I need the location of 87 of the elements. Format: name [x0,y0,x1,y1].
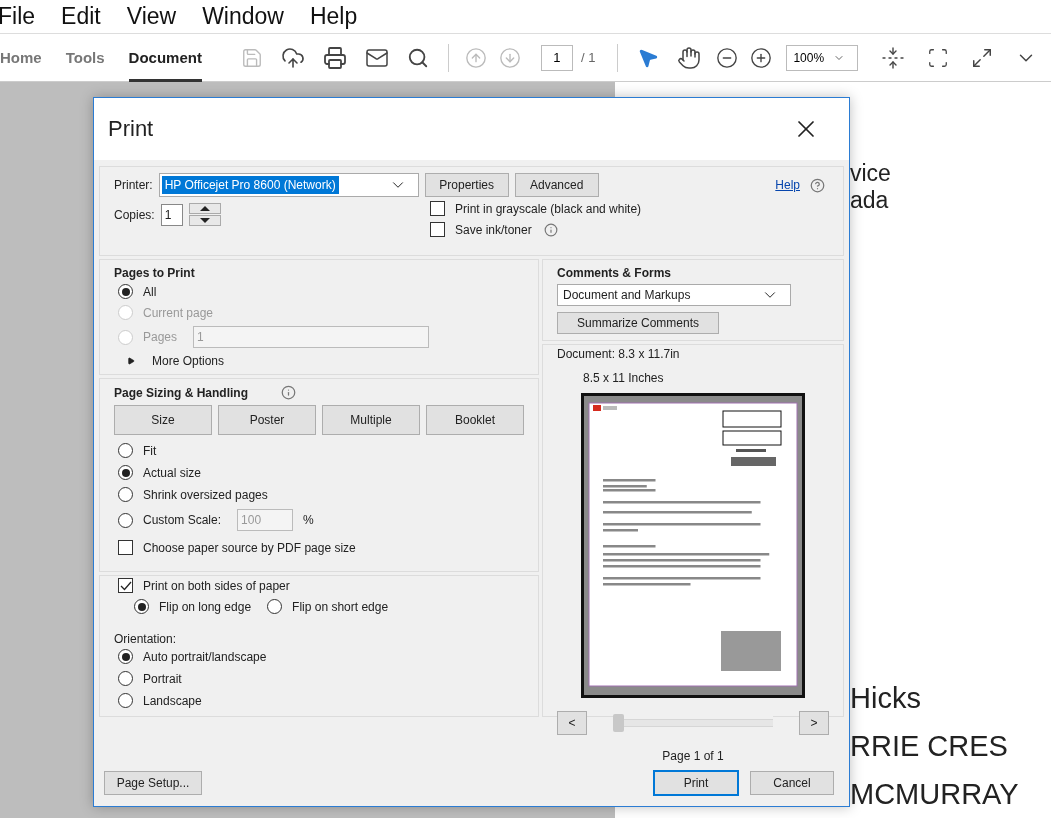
option-label: Auto portrait/landscape [143,649,267,664]
section-heading: Comments & Forms [557,266,673,280]
sizing-mode-button[interactable]: Size [114,405,212,435]
print-button[interactable]: Print [654,771,738,795]
copies-field[interactable]: 1 [160,203,183,226]
menu-item[interactable]: Window [202,3,284,30]
checkbox[interactable] [118,540,133,555]
advanced-button[interactable]: Advanced [514,173,599,197]
section-heading: Page Sizing & Handling [114,385,248,400]
printer-label: Printer: [114,178,153,192]
document-text: vice [850,160,892,187]
radio-button[interactable] [118,671,133,686]
radio-button[interactable] [118,693,133,708]
help-link[interactable]: Help [775,178,800,192]
sizing-mode-button[interactable]: Booklet [426,405,524,435]
copies-spinner[interactable] [188,203,221,226]
zoom-select[interactable]: 100% [786,44,859,71]
fit-page-icon[interactable] [927,46,950,69]
hand-icon[interactable] [677,45,702,70]
next-page-button[interactable]: > [799,711,829,735]
zoom-in-icon[interactable] [750,46,773,69]
option-label: Custom Scale: [143,513,222,527]
fit-width-icon[interactable] [881,45,906,70]
option-label: Save ink/toner [455,222,532,237]
nav-tab[interactable]: Home [0,33,42,82]
expand-triangle-icon[interactable] [127,357,135,365]
paper-size-label: 8.5 x 11 Inches [583,371,664,385]
sizing-mode-button[interactable]: Poster [218,405,316,435]
previous-page-button[interactable]: < [557,711,587,735]
radio-button[interactable] [267,599,283,614]
printer-select[interactable]: HP Officejet Pro 8600 (Network) [158,173,419,197]
option-label: Print on both sides of paper [143,578,290,593]
menu-item[interactable]: Edit [61,3,101,30]
option-label: Flip on long edge [159,599,252,614]
print-icon[interactable] [322,45,347,70]
dialog-title: Print [108,116,154,142]
info-icon[interactable] [543,222,558,237]
info-icon[interactable] [281,385,296,400]
menu-item[interactable]: View [126,3,177,30]
document-text: Hicks [850,681,922,716]
page-total: / 1 [580,50,596,65]
comments-select[interactable]: Document and Markups [557,284,791,306]
option-label: Actual size [143,465,202,480]
option-label: Flip on short edge [292,599,389,614]
option-label: All [143,284,157,299]
document-text: RRIE CRES [850,729,1009,764]
menu-item[interactable]: File [0,3,36,30]
menu-item[interactable]: Help [309,3,358,30]
radio-button[interactable] [118,649,133,664]
checkbox[interactable] [430,222,445,237]
cloud-upload-icon[interactable] [280,45,305,70]
sizing-mode-button[interactable]: Multiple [322,405,420,435]
help-icon[interactable] [810,177,825,193]
checkbox[interactable] [118,578,133,593]
search-icon[interactable] [406,46,429,69]
radio-button[interactable] [118,284,133,299]
page-setup-button[interactable]: Page Setup... [104,771,202,795]
option-label: Landscape [143,693,202,708]
checkbox[interactable] [430,201,445,216]
document-size-label: Document: 8.3 x 11.7in [557,347,680,361]
radio-button[interactable] [118,443,133,458]
section-heading: Pages to Print [114,266,196,280]
properties-button[interactable]: Properties [424,173,509,197]
radio-button[interactable] [118,487,133,502]
option-label: Portrait [143,671,182,686]
summarize-comments-button[interactable]: Summarize Comments [557,312,719,334]
radio-button[interactable] [134,599,149,614]
option-label: Pages [143,330,178,344]
page-number-field[interactable]: 1 [540,44,573,71]
option-label: Current page [143,305,214,320]
nav-tab[interactable]: Tools [65,33,105,82]
option-label: Shrink oversized pages [143,487,268,502]
page-count-label: Page 1 of 1 [662,749,724,763]
option-label: Choose paper source by PDF page size [143,540,356,555]
document-text: MCMURRAY [850,777,1020,812]
unit-label: % [303,513,314,527]
option-label: Print in grayscale (black and white) [455,201,642,216]
orientation-label: Orientation: [114,632,178,646]
copies-label: Copies: [114,207,155,222]
zoom-out-icon[interactable] [716,46,739,69]
document-text: ada [850,187,890,214]
radio-button[interactable] [118,512,133,528]
option-label: Fit [143,443,157,458]
cancel-button[interactable]: Cancel [750,771,834,795]
expand-icon[interactable] [971,46,994,69]
radio-button[interactable] [118,465,133,480]
more-options-link[interactable]: More Options [152,354,225,368]
